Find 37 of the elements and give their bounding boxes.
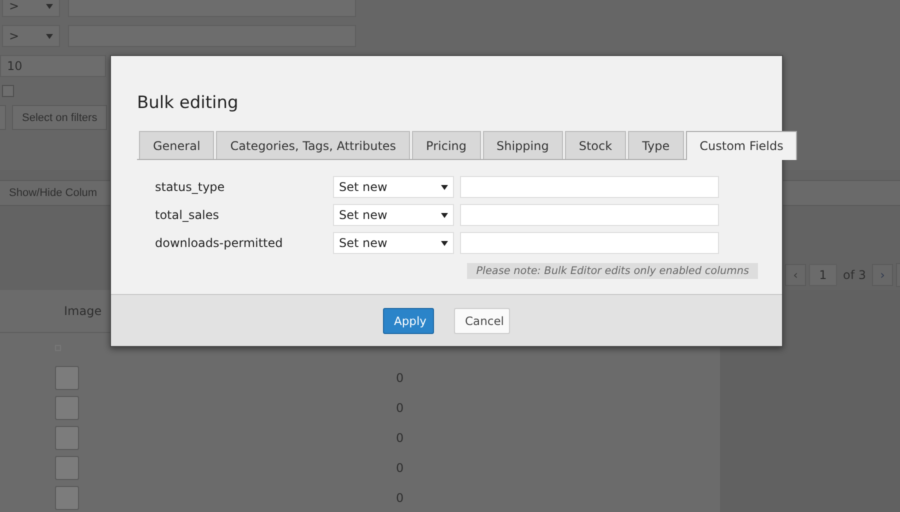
photo-placeholder	[55, 396, 79, 420]
caret-icon	[46, 4, 53, 8]
note-text: Please note: Bulk Editor edits only enabled columns	[467, 263, 758, 279]
value-input[interactable]	[460, 176, 719, 198]
field-label: total_sales	[154, 208, 220, 222]
value-input[interactable]	[460, 232, 719, 254]
table-cell: 0	[396, 461, 404, 475]
caret-icon	[441, 184, 448, 190]
apply-button[interactable]: Apply	[383, 308, 434, 334]
mode-select[interactable]: Set new	[333, 204, 454, 226]
tab[interactable]: General	[139, 131, 214, 159]
photo-placeholder	[55, 426, 79, 450]
column-header: Image	[64, 304, 102, 318]
tab[interactable]: Shipping	[482, 131, 563, 159]
tab[interactable]: Categories, Tags, Attributes	[216, 131, 410, 159]
photo-placeholder	[55, 486, 79, 510]
caret-icon	[441, 212, 448, 218]
field-label: status_type	[154, 180, 226, 194]
checkbox[interactable]	[2, 85, 14, 97]
tab[interactable]: Pricing	[412, 131, 480, 159]
dialog-title: Bulk editing	[137, 93, 240, 115]
mode-select[interactable]: Set new	[333, 176, 454, 198]
tab[interactable]: Type	[628, 131, 684, 159]
caret-icon	[441, 240, 448, 246]
value-input[interactable]	[460, 204, 719, 226]
tab[interactable]: Custom Fields	[686, 131, 798, 160]
tab[interactable]: Stock	[564, 131, 626, 159]
table-cell: 0	[396, 491, 404, 505]
cancel-button[interactable]: Cancel	[454, 308, 510, 334]
table-cell: 0	[396, 431, 404, 445]
table-cell: 0	[396, 371, 404, 385]
photo-placeholder	[55, 456, 79, 480]
mode-select[interactable]: Set new	[333, 232, 454, 254]
field-label: downloads-permitted	[154, 236, 284, 250]
photo-placeholder	[55, 366, 79, 390]
caret-icon	[46, 34, 53, 38]
table-cell: 0	[396, 401, 404, 415]
